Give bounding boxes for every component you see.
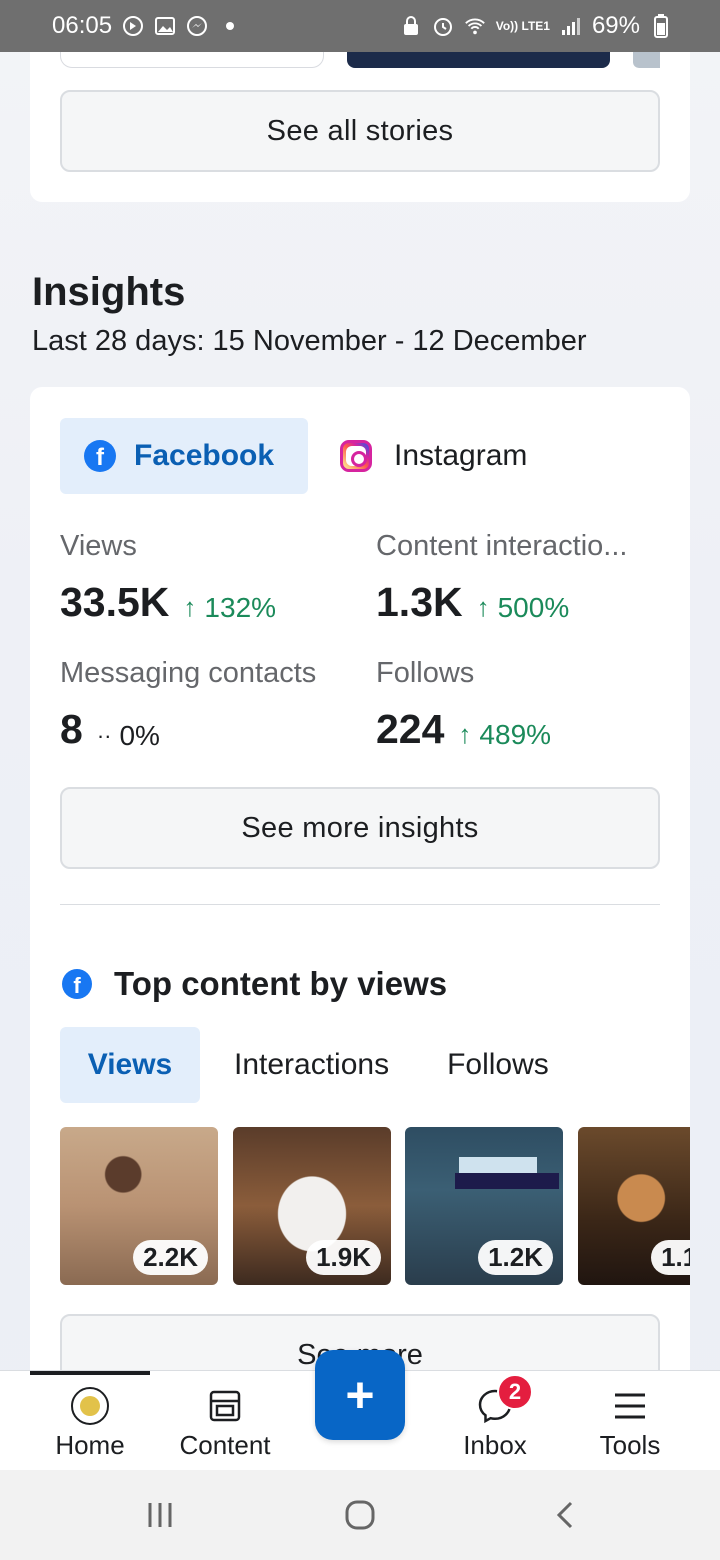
metric-change: ↑ 132% [183,592,276,624]
facebook-icon: f [84,440,116,472]
metric-content-interactions[interactable]: Content interactio... 1.3K ↑ 500% [376,530,627,626]
wifi-icon [464,15,486,37]
metric-label: Follows [376,657,475,689]
metric-value: 33.5K [60,579,170,625]
battery-percent: 69% [591,12,640,39]
story-card[interactable] [60,52,324,68]
views-badge: 2.2K [133,1240,208,1275]
nav-content[interactable]: Content [160,1371,290,1471]
status-bar: 06:05 Vo)) LTE1 69% [0,0,720,52]
signal-icon [560,15,582,37]
views-badge: 1.2K [478,1240,553,1275]
nav-inbox-label: Inbox [463,1430,527,1460]
status-right: Vo)) LTE1 69% [400,12,672,40]
arrow-up-icon: ↑ [458,719,472,749]
top-content-title-text: Top content by views [114,965,448,1002]
network-label: Vo)) LTE1 [495,18,550,33]
home-circle-icon[interactable] [340,1495,380,1535]
gallery-icon [154,15,176,37]
see-all-stories-button[interactable]: See all stories [60,90,660,172]
story-card[interactable] [633,52,660,68]
recent-apps-icon[interactable] [140,1495,180,1535]
nav-inbox[interactable]: 2 Inbox [430,1371,560,1471]
metric-label: Content interactio... [376,530,628,562]
content-thumbnail[interactable]: 2.2K [60,1127,218,1285]
thumbnail-text-overlay [459,1157,537,1173]
metric-label: Views [60,530,137,562]
divider [60,904,660,905]
insights-date-range: Last 28 days: 15 November - 12 December [32,325,587,357]
status-time: 06:05 [52,12,113,39]
page-avatar-icon [70,1386,110,1426]
system-nav-bar [0,1470,720,1560]
messenger-icon: 2 [475,1374,533,1426]
metric-change: ↑ 489% [458,719,551,751]
top-content-title: f Top content by views [62,965,447,1003]
metric-value: 8 [60,706,83,752]
nav-content-label: Content [179,1430,271,1460]
top-content-thumbnails: 2.2K 1.9K 1.2K 1.1K [60,1127,690,1287]
metric-change: ·· 0% [97,720,160,752]
content-thumbnail[interactable]: 1.1K [578,1127,690,1285]
metric-messaging-contacts[interactable]: Messaging contacts 8 ·· 0% [60,657,316,753]
tab-instagram[interactable]: Instagram [340,418,527,494]
metric-change: ↑ 500% [477,592,570,624]
metric-label: Messaging contacts [60,657,317,689]
subtab-views[interactable]: Views [60,1027,200,1103]
instagram-icon [340,440,372,472]
nav-tools-label: Tools [599,1430,661,1460]
cast-icon [122,15,144,37]
create-button[interactable]: + [315,1350,405,1440]
tab-facebook[interactable]: f Facebook [60,418,308,494]
menu-icon [610,1386,650,1426]
thumbnail-text-overlay [455,1173,559,1189]
views-badge: 1.1K [651,1240,690,1275]
facebook-icon: f [62,969,92,999]
flat-trend-icon: ·· [96,723,112,748]
see-more-insights-button[interactable]: See more insights [60,787,660,869]
metric-value: 1.3K [376,579,463,625]
tab-facebook-label: Facebook [134,439,275,472]
nav-tools[interactable]: Tools [565,1371,695,1471]
top-content-subtabs: Views Interactions Follows [60,1027,583,1103]
metric-change-value: 500% [497,591,570,623]
insights-card: f Facebook Instagram Views 33.5K ↑ 132% … [30,387,690,1396]
metric-change-value: 132% [204,591,277,623]
content-icon [205,1386,245,1426]
back-icon[interactable] [545,1495,585,1535]
insights-title: Insights [32,270,186,314]
subtab-follows[interactable]: Follows [423,1027,573,1103]
subtab-interactions[interactable]: Interactions [210,1027,413,1103]
metric-value: 224 [376,706,445,752]
status-left: 06:05 [52,12,235,40]
alarm-icon [432,15,454,37]
nav-home-label: Home [55,1430,125,1460]
story-card[interactable] [347,52,610,68]
notification-dot [226,22,235,30]
metric-follows[interactable]: Follows 224 ↑ 489% [376,657,551,753]
stories-card: See all stories [30,52,690,202]
views-badge: 1.9K [306,1240,381,1275]
metric-change-value: 489% [479,718,552,750]
tab-instagram-label: Instagram [394,439,528,472]
metric-views[interactable]: Views 33.5K ↑ 132% [60,530,276,626]
battery-icon [650,14,672,38]
arrow-up-icon: ↑ [183,592,197,622]
lock-icon [400,15,422,37]
arrow-up-icon: ↑ [476,592,490,622]
messenger-status-icon [186,15,208,37]
nav-home[interactable]: Home [25,1371,155,1471]
inbox-badge: 2 [497,1374,533,1410]
metric-change-value: 0% [119,720,160,751]
content-thumbnail[interactable]: 1.2K [405,1127,563,1285]
content-thumbnail[interactable]: 1.9K [233,1127,391,1285]
